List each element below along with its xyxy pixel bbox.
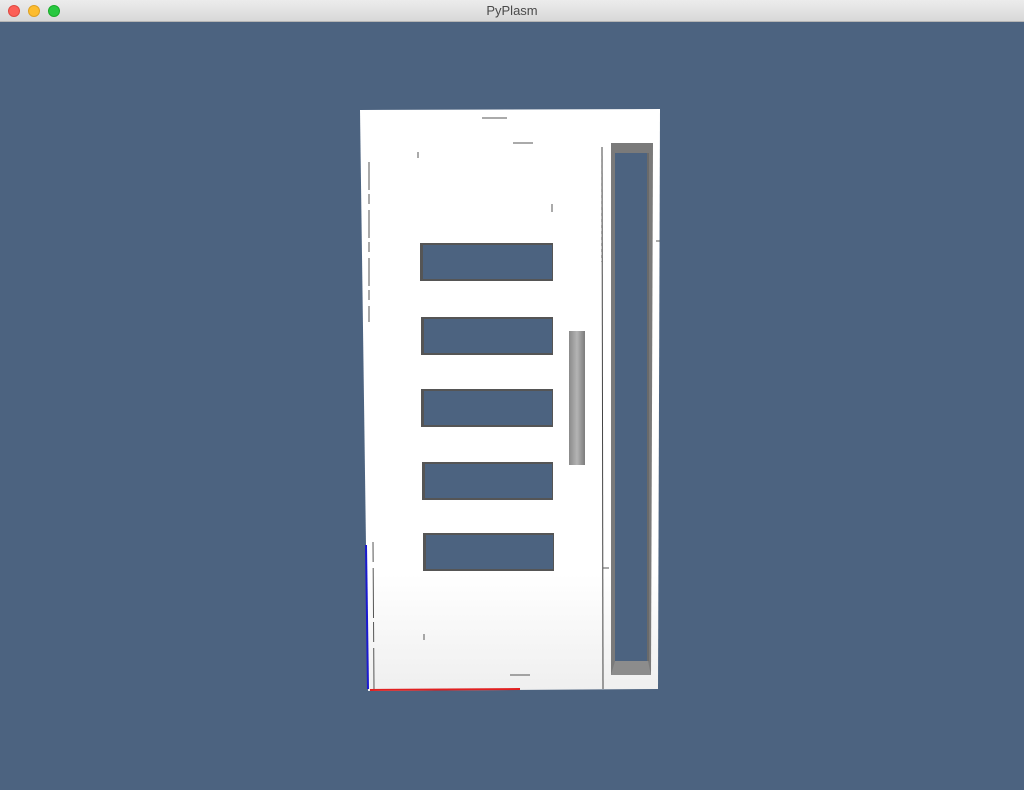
window-title: PyPlasm — [486, 3, 538, 18]
glass-opening — [421, 317, 553, 355]
3d-viewport[interactable] — [0, 22, 1024, 790]
title-bar[interactable]: PyPlasm — [0, 0, 1024, 22]
door-render — [360, 109, 660, 691]
glass-opening — [423, 533, 554, 571]
axis-x — [369, 688, 521, 691]
app-window: PyPlasm — [0, 0, 1024, 790]
glass-opening — [421, 389, 553, 427]
glass-opening — [420, 243, 553, 281]
side-light-window — [611, 143, 653, 675]
glass-opening — [422, 462, 553, 500]
door-handle — [569, 331, 585, 465]
